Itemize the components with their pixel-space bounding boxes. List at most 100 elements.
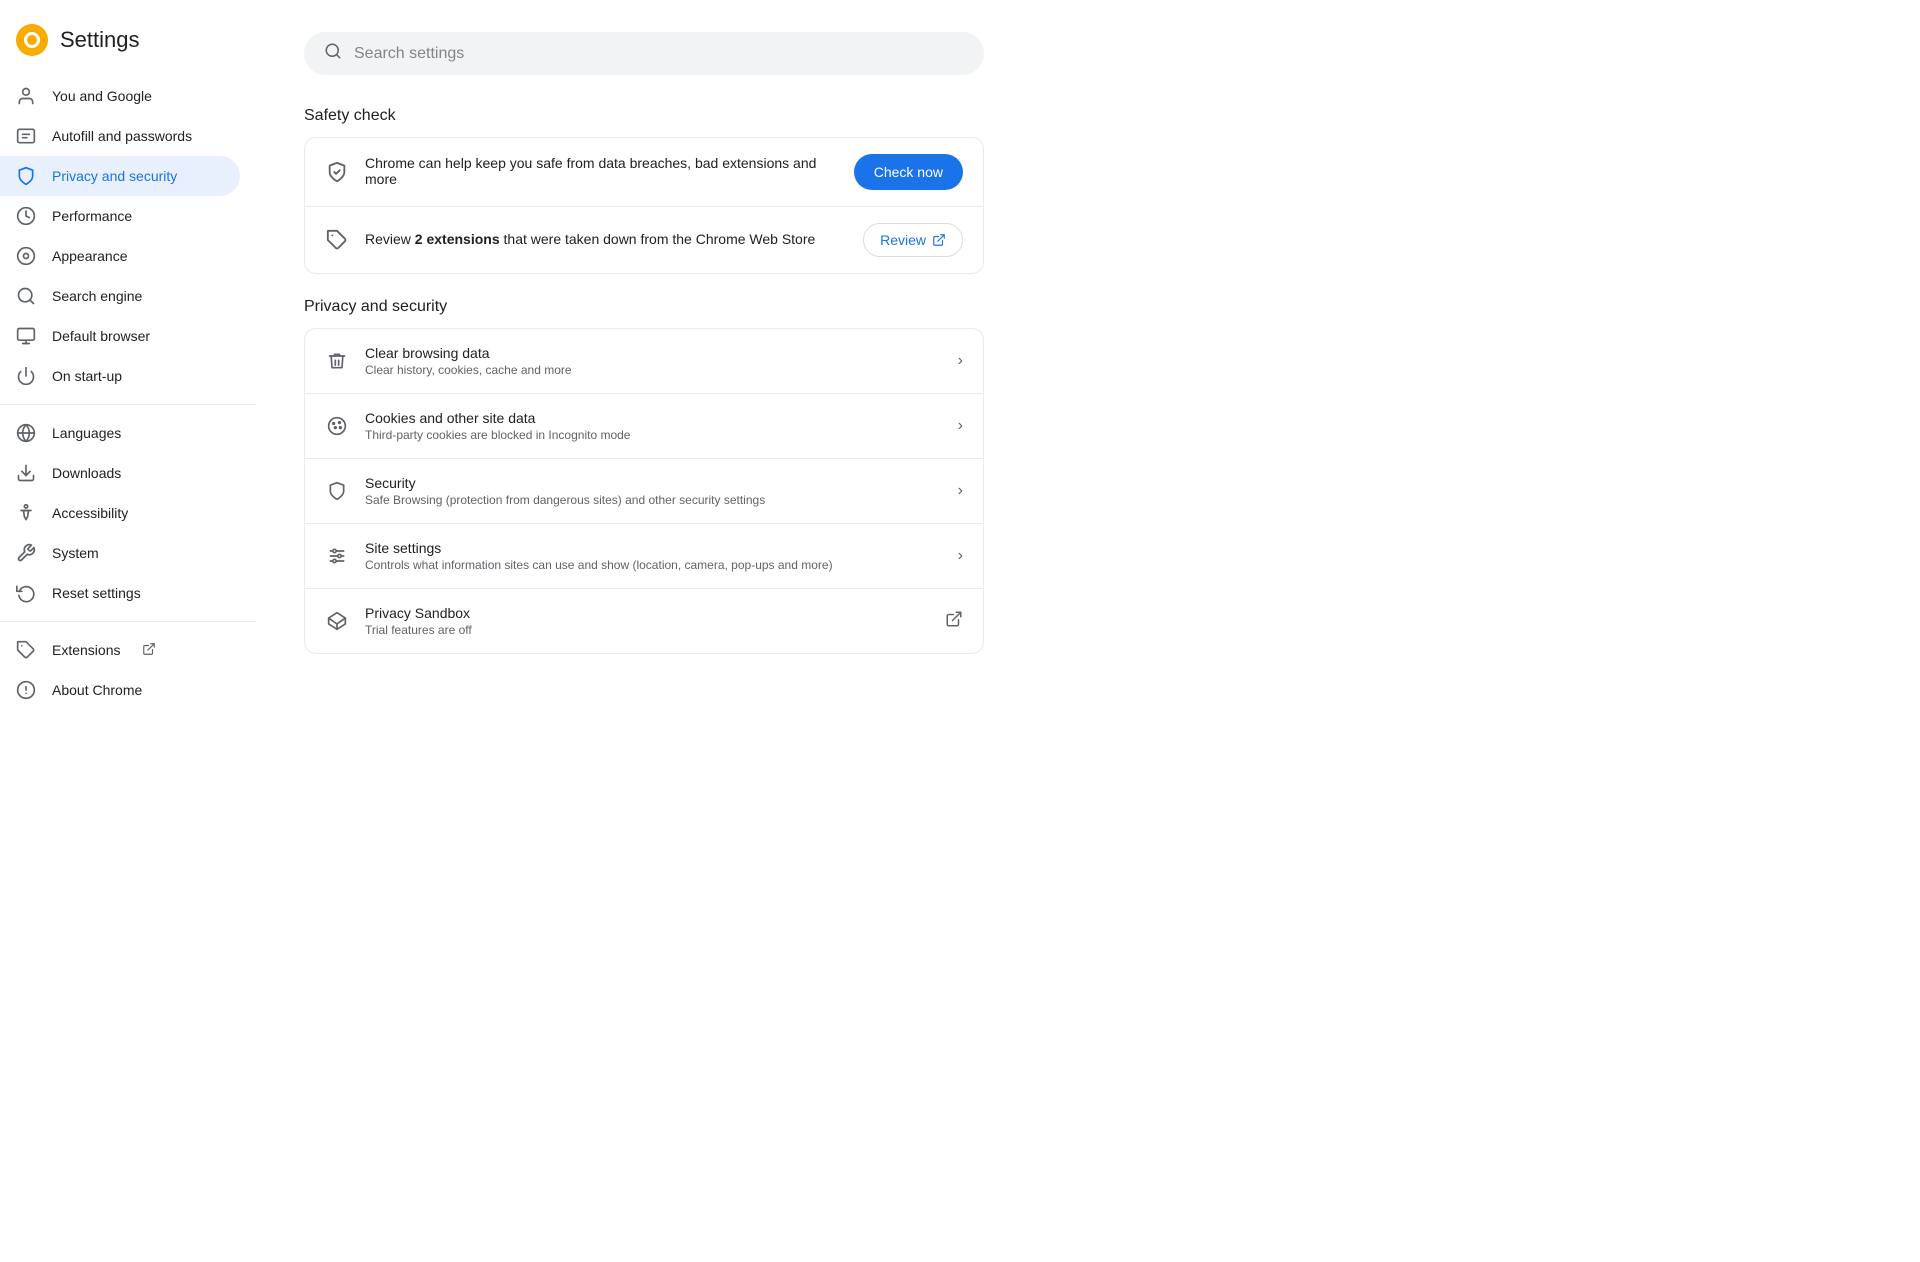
sidebar-item-label-languages: Languages (52, 425, 121, 441)
cookies-action: › (958, 417, 963, 435)
clear-browsing-data-content: Clear browsing data Clear history, cooki… (365, 345, 942, 377)
site-settings-title: Site settings (365, 540, 942, 556)
privacy-sandbox-action (945, 610, 963, 633)
sidebar-item-label-performance: Performance (52, 208, 132, 224)
download-icon (16, 463, 36, 483)
sidebar-item-default-browser[interactable]: Default browser (0, 316, 240, 356)
extensions-count: 2 extensions (415, 231, 500, 247)
sidebar-item-label-downloads: Downloads (52, 465, 121, 481)
privacy-sandbox-row[interactable]: Privacy Sandbox Trial features are off (305, 589, 983, 653)
speed-icon (16, 206, 36, 226)
info-icon (16, 680, 36, 700)
sidebar-item-label-on-startup: On start-up (52, 368, 122, 384)
sidebar-item-performance[interactable]: Performance (0, 196, 240, 236)
cookies-title: Cookies and other site data (365, 410, 942, 426)
clear-browsing-data-action: › (958, 352, 963, 370)
check-now-action: Check now (854, 154, 963, 190)
sidebar-item-search-engine[interactable]: Search engine (0, 276, 240, 316)
settings-title: Settings (60, 27, 140, 53)
sidebar-item-label-search-engine: Search engine (52, 288, 142, 304)
sidebar: Settings You and Google Autofill and pass… (0, 0, 256, 1262)
privacy-security-card: Clear browsing data Clear history, cooki… (304, 328, 984, 654)
sidebar-item-reset-settings[interactable]: Reset settings (0, 573, 240, 613)
chevron-right-icon: › (958, 482, 963, 499)
review-extensions-title: Review 2 extensions that were taken down… (365, 231, 847, 247)
check-now-row[interactable]: Chrome can help keep you safe from data … (305, 138, 983, 207)
shield-icon (16, 166, 36, 186)
power-icon (16, 366, 36, 386)
search-bar-container (304, 32, 1872, 75)
privacy-sandbox-content: Privacy Sandbox Trial features are off (365, 605, 929, 637)
sidebar-item-label-you-and-google: You and Google (52, 88, 152, 104)
sidebar-item-label-privacy-and-security: Privacy and security (52, 168, 177, 184)
sidebar-divider (0, 621, 256, 622)
nav-items: You and Google Autofill and passwords Priv… (0, 76, 256, 710)
sidebar-item-label-about-chrome: About Chrome (52, 682, 142, 698)
site-settings-subtitle: Controls what information sites can use … (365, 558, 942, 572)
clear-browsing-data-subtitle: Clear history, cookies, cache and more (365, 363, 942, 377)
search-input[interactable] (354, 45, 964, 63)
sidebar-item-on-startup[interactable]: On start-up (0, 356, 240, 396)
search-icon (324, 42, 342, 65)
external-link-icon (142, 642, 156, 659)
check-now-title: Chrome can help keep you safe from data … (365, 155, 838, 187)
privacy-security-section: Privacy and security Clear browsing data… (304, 298, 1872, 654)
sidebar-item-accessibility[interactable]: Accessibility (0, 493, 240, 533)
safety-check-card: Chrome can help keep you safe from data … (304, 137, 984, 274)
shield-check-icon (325, 160, 349, 184)
puzzle-icon (325, 228, 349, 252)
privacy-sandbox-title: Privacy Sandbox (365, 605, 929, 621)
review-action: Review (863, 223, 963, 257)
review-extensions-content: Review 2 extensions that were taken down… (365, 231, 847, 249)
sidebar-item-you-and-google[interactable]: You and Google (0, 76, 240, 116)
cookies-subtitle: Third-party cookies are blocked in Incog… (365, 428, 942, 442)
sandbox-icon (325, 609, 349, 633)
site-settings-action: › (958, 547, 963, 565)
sidebar-item-label-appearance: Appearance (52, 248, 128, 264)
trash-icon (325, 349, 349, 373)
chrome-logo-icon (16, 24, 48, 56)
sidebar-item-languages[interactable]: Languages (0, 413, 240, 453)
search-icon (16, 286, 36, 306)
privacy-sandbox-subtitle: Trial features are off (365, 623, 929, 637)
site-settings-content: Site settings Controls what information … (365, 540, 942, 572)
main-content: Safety check Chrome can help keep you sa… (256, 0, 1920, 1262)
security-title: Security (365, 475, 942, 491)
sidebar-item-label-extensions: Extensions (52, 642, 120, 658)
sidebar-item-downloads[interactable]: Downloads (0, 453, 240, 493)
sidebar-item-label-reset-settings: Reset settings (52, 585, 141, 601)
sidebar-item-system[interactable]: System (0, 533, 240, 573)
external-link-icon (945, 612, 963, 632)
puzzle-icon (16, 640, 36, 660)
sidebar-item-appearance[interactable]: Appearance (0, 236, 240, 276)
check-now-button[interactable]: Check now (854, 154, 963, 190)
review-button-label: Review (880, 232, 926, 248)
monitor-icon (16, 326, 36, 346)
sidebar-item-extensions[interactable]: Extensions (0, 630, 240, 670)
cookies-row[interactable]: Cookies and other site data Third-party … (305, 394, 983, 459)
sidebar-item-autofill-and-passwords[interactable]: Autofill and passwords (0, 116, 240, 156)
wrench-icon (16, 543, 36, 563)
sidebar-item-label-system: System (52, 545, 99, 561)
cookie-icon (325, 414, 349, 438)
security-content: Security Safe Browsing (protection from … (365, 475, 942, 507)
clear-browsing-data-title: Clear browsing data (365, 345, 942, 361)
clear-browsing-data-row[interactable]: Clear browsing data Clear history, cooki… (305, 329, 983, 394)
sidebar-item-about-chrome[interactable]: About Chrome (0, 670, 240, 710)
sidebar-item-label-default-browser: Default browser (52, 328, 150, 344)
security-row[interactable]: Security Safe Browsing (protection from … (305, 459, 983, 524)
search-bar (304, 32, 984, 75)
review-extensions-row[interactable]: Review 2 extensions that were taken down… (305, 207, 983, 273)
sidebar-item-privacy-and-security[interactable]: Privacy and security (0, 156, 240, 196)
site-settings-row[interactable]: Site settings Controls what information … (305, 524, 983, 589)
globe-icon (16, 423, 36, 443)
privacy-security-title: Privacy and security (304, 298, 1872, 316)
safety-check-section: Safety check Chrome can help keep you sa… (304, 107, 1872, 274)
security-shield-icon (325, 479, 349, 503)
person-icon (16, 86, 36, 106)
review-button[interactable]: Review (863, 223, 963, 257)
sliders-icon (325, 544, 349, 568)
check-now-content: Chrome can help keep you safe from data … (365, 155, 838, 189)
security-action: › (958, 482, 963, 500)
sidebar-divider (0, 404, 256, 405)
